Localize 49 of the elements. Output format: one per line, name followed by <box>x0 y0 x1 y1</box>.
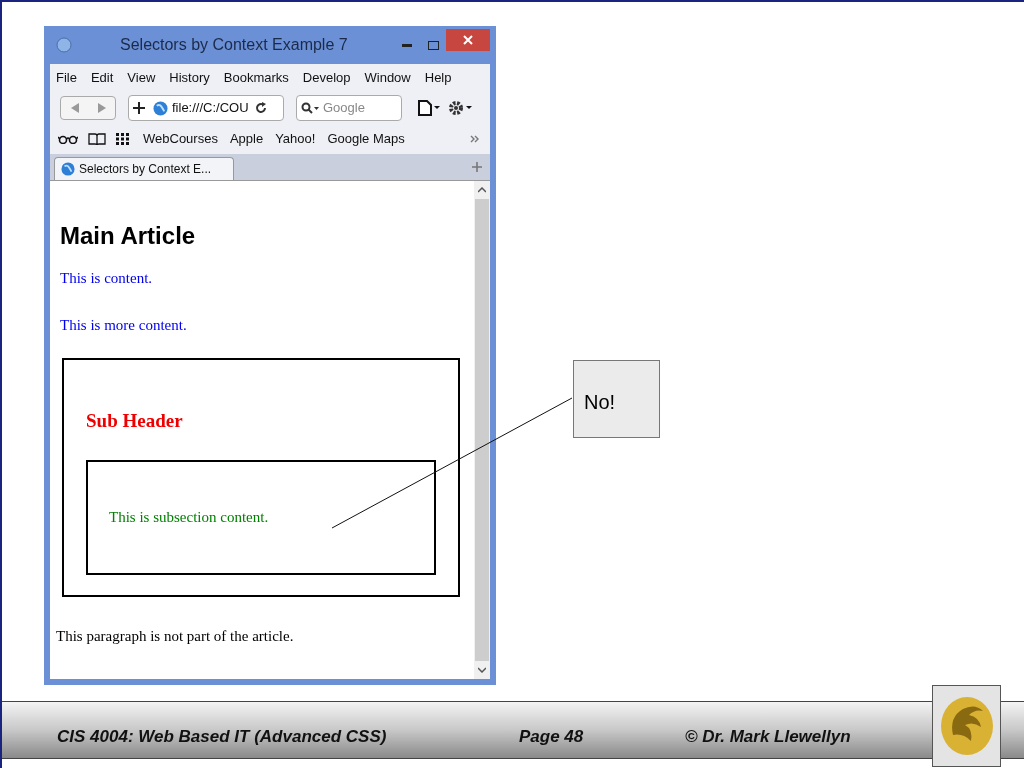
chevron-icon[interactable] <box>470 135 480 143</box>
bookmark-link[interactable]: Google Maps <box>327 129 405 149</box>
scrollbar[interactable] <box>474 181 490 679</box>
subsection-text: This is subsection content. <box>109 507 269 527</box>
menu-item[interactable]: File <box>56 68 77 88</box>
paragraph: This paragraph is not part of the article. <box>56 627 295 646</box>
window-title: Selectors by Context Example 7 <box>120 35 348 55</box>
globe-icon <box>153 100 168 116</box>
menu-item[interactable]: History <box>169 68 210 88</box>
maximize-icon <box>427 40 439 50</box>
paragraph: This is more content. <box>60 315 188 335</box>
search-field[interactable]: Google <box>296 95 402 121</box>
paragraph: This is content. <box>60 269 154 288</box>
menu-item[interactable]: Bookmarks <box>223 68 289 88</box>
footer-course: CIS 4004: Web Based IT (Advanced CSS) <box>57 726 387 748</box>
grid-icon[interactable] <box>116 133 129 145</box>
address-field[interactable]: file:///C:/COU <box>128 95 284 121</box>
scroll-up-icon[interactable] <box>478 187 486 193</box>
menu-item[interactable]: Develop <box>302 68 351 88</box>
page-menu-icon[interactable] <box>418 100 440 116</box>
menu-item[interactable]: Edit <box>90 68 114 88</box>
footer-author: © Dr. Mark Llewellyn <box>685 726 851 748</box>
bookmark-link[interactable]: Apple <box>229 129 264 149</box>
back-forward-buttons[interactable] <box>60 96 116 120</box>
globe-icon <box>56 37 72 53</box>
footer-page: Page 48 <box>519 726 584 748</box>
bookmark-link[interactable]: Yahoo! <box>275 129 316 149</box>
browser-tab[interactable]: Selectors by Context E... <box>54 157 234 180</box>
pegasus-logo <box>938 695 995 757</box>
search-icon <box>301 102 319 114</box>
minimize-icon <box>402 43 412 47</box>
page-heading: Main Article <box>60 221 197 251</box>
menu-item[interactable]: View <box>127 68 156 88</box>
bookmark-link[interactable]: WebCourses <box>143 129 218 149</box>
search-input[interactable]: Google <box>323 98 393 118</box>
glasses-icon[interactable] <box>58 134 78 144</box>
settings-icon[interactable] <box>448 100 472 116</box>
close-icon <box>463 35 473 45</box>
close-button[interactable] <box>446 29 490 51</box>
scroll-down-icon[interactable] <box>478 667 486 673</box>
callout-text: No! <box>584 390 616 415</box>
sub-header: Sub Header <box>86 409 184 433</box>
reload-icon[interactable] <box>254 102 267 114</box>
menu-item[interactable]: Help <box>424 68 452 88</box>
globe-icon <box>61 162 75 176</box>
book-icon[interactable] <box>88 132 106 146</box>
menu-item[interactable]: Window <box>364 68 411 88</box>
new-tab-icon[interactable] <box>472 162 482 172</box>
plus-icon <box>133 102 145 114</box>
